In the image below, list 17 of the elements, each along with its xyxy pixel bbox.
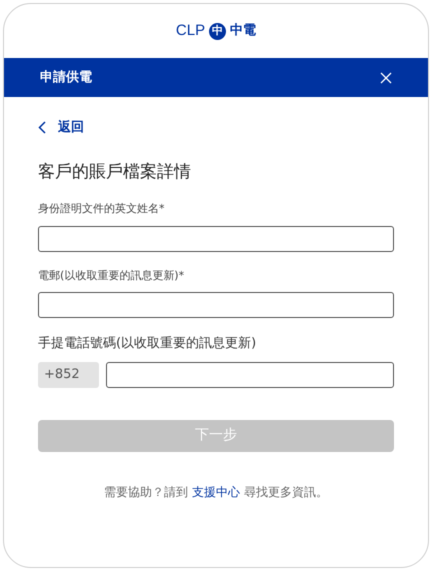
logo-mark: 中 <box>209 22 226 40</box>
input-field[interactable] <box>38 292 394 318</box>
chevron-left-icon <box>38 121 46 134</box>
back-link[interactable]: 返回 <box>38 118 394 138</box>
close-icon[interactable] <box>380 72 392 84</box>
field-label: 電郵(以收取重要的訊息更新)* <box>38 268 186 284</box>
logo-name: 中電 <box>230 22 256 40</box>
field-label: 身份證明文件的英文姓名* <box>38 201 166 217</box>
page-heading: 客戶的賬戶檔案詳情 <box>38 160 192 184</box>
header-title: 申請供電 <box>40 68 92 87</box>
help-text: 需要協助？請到 支援中心 尋找更多資訊。 <box>103 484 329 500</box>
support-link[interactable]: 支援中心 <box>192 484 240 498</box>
field-label: 手提電話號碼(以收取重要的訊息更新) <box>38 335 258 353</box>
input-field[interactable] <box>106 362 394 388</box>
country-code: +852 <box>38 362 99 388</box>
input-field[interactable] <box>38 226 394 252</box>
logo-wordmark: CLP <box>176 20 206 41</box>
